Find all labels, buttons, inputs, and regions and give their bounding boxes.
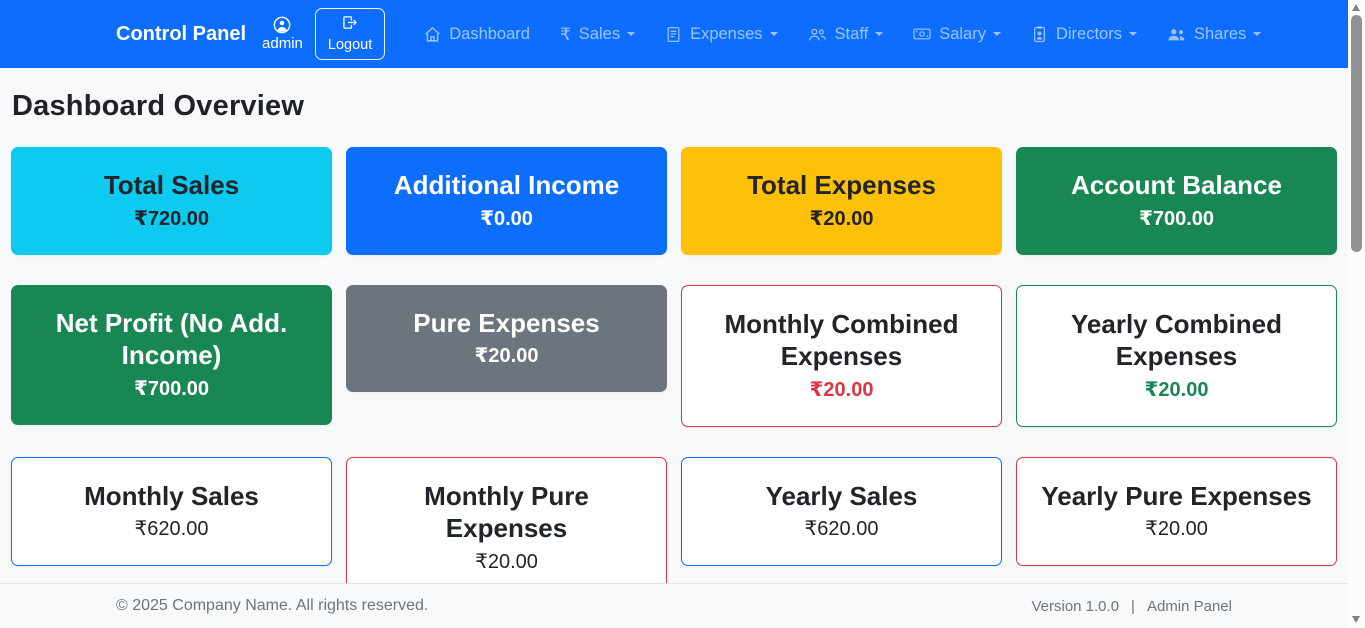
card-value: ₹20.00 <box>371 549 642 576</box>
card-value: ₹20.00 <box>706 377 977 404</box>
navbar: Control Panel admin Logout Dashboard ₹ S… <box>0 0 1348 68</box>
scrollbar-thumb[interactable] <box>1351 15 1362 252</box>
chevron-down-icon <box>1129 32 1137 36</box>
footer-divider: | <box>1131 598 1135 615</box>
stat-card: Monthly Combined Expenses ₹20.00 <box>681 285 1002 427</box>
panel-text: Admin Panel <box>1147 598 1232 615</box>
person-circle-icon <box>273 16 291 34</box>
card-title: Monthly Pure Expenses <box>371 480 642 545</box>
scroll-up-arrow-icon[interactable] <box>1352 4 1360 11</box>
vertical-scrollbar[interactable] <box>1348 0 1365 628</box>
page-title: Dashboard Overview <box>12 90 1336 123</box>
footer-meta: Version 1.0.0 | Admin Panel <box>1031 598 1232 615</box>
chevron-down-icon <box>627 32 635 36</box>
logout-button[interactable]: Logout <box>315 8 385 60</box>
stat-card: Monthly Pure Expenses ₹20.00 <box>346 457 667 599</box>
house-icon <box>424 26 441 43</box>
people-fill-icon <box>1167 26 1186 43</box>
card-title: Monthly Sales <box>36 480 307 513</box>
nav-item-directors[interactable]: Directors <box>1016 17 1152 52</box>
person-badge-icon <box>1031 26 1048 43</box>
card-value: ₹20.00 <box>370 343 643 370</box>
card-title: Pure Expenses <box>370 307 643 340</box>
card-value: ₹0.00 <box>370 206 643 233</box>
main-content: Dashboard Overview Total Sales ₹720.00 A… <box>0 68 1348 599</box>
card-title: Yearly Pure Expenses <box>1041 480 1312 513</box>
stat-card: Monthly Sales ₹620.00 <box>11 457 332 567</box>
chevron-down-icon <box>1253 32 1261 36</box>
stat-card: Additional Income ₹0.00 <box>346 147 667 255</box>
user-name: admin <box>262 36 303 53</box>
card-title: Net Profit (No Add. Income) <box>35 307 308 372</box>
card-value: ₹700.00 <box>35 376 308 403</box>
nav-item-sales[interactable]: ₹ Sales <box>545 17 650 52</box>
nav-item-salary[interactable]: Salary <box>898 17 1016 52</box>
card-title: Monthly Combined Expenses <box>706 308 977 373</box>
card-title: Total Expenses <box>705 169 978 202</box>
nav-items: Dashboard ₹ Sales Expenses Staff Salary <box>409 17 1276 52</box>
card-value: ₹20.00 <box>705 206 978 233</box>
card-title: Additional Income <box>370 169 643 202</box>
card-title: Yearly Combined Expenses <box>1041 308 1312 373</box>
rupee-icon: ₹ <box>560 26 571 43</box>
logout-label: Logout <box>328 37 372 53</box>
scroll-down-arrow-icon[interactable] <box>1352 616 1360 623</box>
version-text: Version 1.0.0 <box>1031 598 1119 615</box>
people-icon <box>808 26 827 43</box>
card-value: ₹20.00 <box>1041 377 1312 404</box>
cards-grid: Total Sales ₹720.00 Additional Income ₹0… <box>11 147 1337 599</box>
stat-card: Total Expenses ₹20.00 <box>681 147 1002 255</box>
nav-item-staff[interactable]: Staff <box>793 17 899 52</box>
copyright-text: © 2025 Company Name. All rights reserved… <box>116 597 428 615</box>
app-root: Control Panel admin Logout Dashboard ₹ S… <box>0 0 1348 628</box>
chevron-down-icon <box>993 32 1001 36</box>
card-value: ₹20.00 <box>1041 516 1312 543</box>
stat-card: Net Profit (No Add. Income) ₹700.00 <box>11 285 332 425</box>
stat-card: Yearly Sales ₹620.00 <box>681 457 1002 567</box>
card-value: ₹700.00 <box>1040 206 1313 233</box>
stat-card: Account Balance ₹700.00 <box>1016 147 1337 255</box>
nav-item-shares[interactable]: Shares <box>1152 17 1276 52</box>
nav-item-dashboard[interactable]: Dashboard <box>409 17 545 52</box>
stat-card: Yearly Pure Expenses ₹20.00 <box>1016 457 1337 567</box>
stat-card: Total Sales ₹720.00 <box>11 147 332 255</box>
cash-icon <box>913 26 931 42</box>
receipt-icon <box>665 26 682 43</box>
navbar-container: Control Panel admin Logout Dashboard ₹ S… <box>104 0 1244 68</box>
stat-card: Pure Expenses ₹20.00 <box>346 285 667 393</box>
card-value: ₹620.00 <box>706 516 977 543</box>
nav-item-expenses[interactable]: Expenses <box>650 17 792 52</box>
card-value: ₹720.00 <box>35 206 308 233</box>
card-value: ₹620.00 <box>36 516 307 543</box>
user-menu: admin <box>262 16 303 53</box>
card-title: Total Sales <box>35 169 308 202</box>
card-title: Yearly Sales <box>706 480 977 513</box>
chevron-down-icon <box>770 32 778 36</box>
stat-card: Yearly Combined Expenses ₹20.00 <box>1016 285 1337 427</box>
footer: © 2025 Company Name. All rights reserved… <box>0 583 1348 628</box>
brand-link[interactable]: Control Panel <box>116 23 246 46</box>
footer-container: © 2025 Company Name. All rights reserved… <box>104 597 1244 615</box>
box-arrow-right-icon <box>342 15 358 34</box>
chevron-down-icon <box>875 32 883 36</box>
card-title: Account Balance <box>1040 169 1313 202</box>
